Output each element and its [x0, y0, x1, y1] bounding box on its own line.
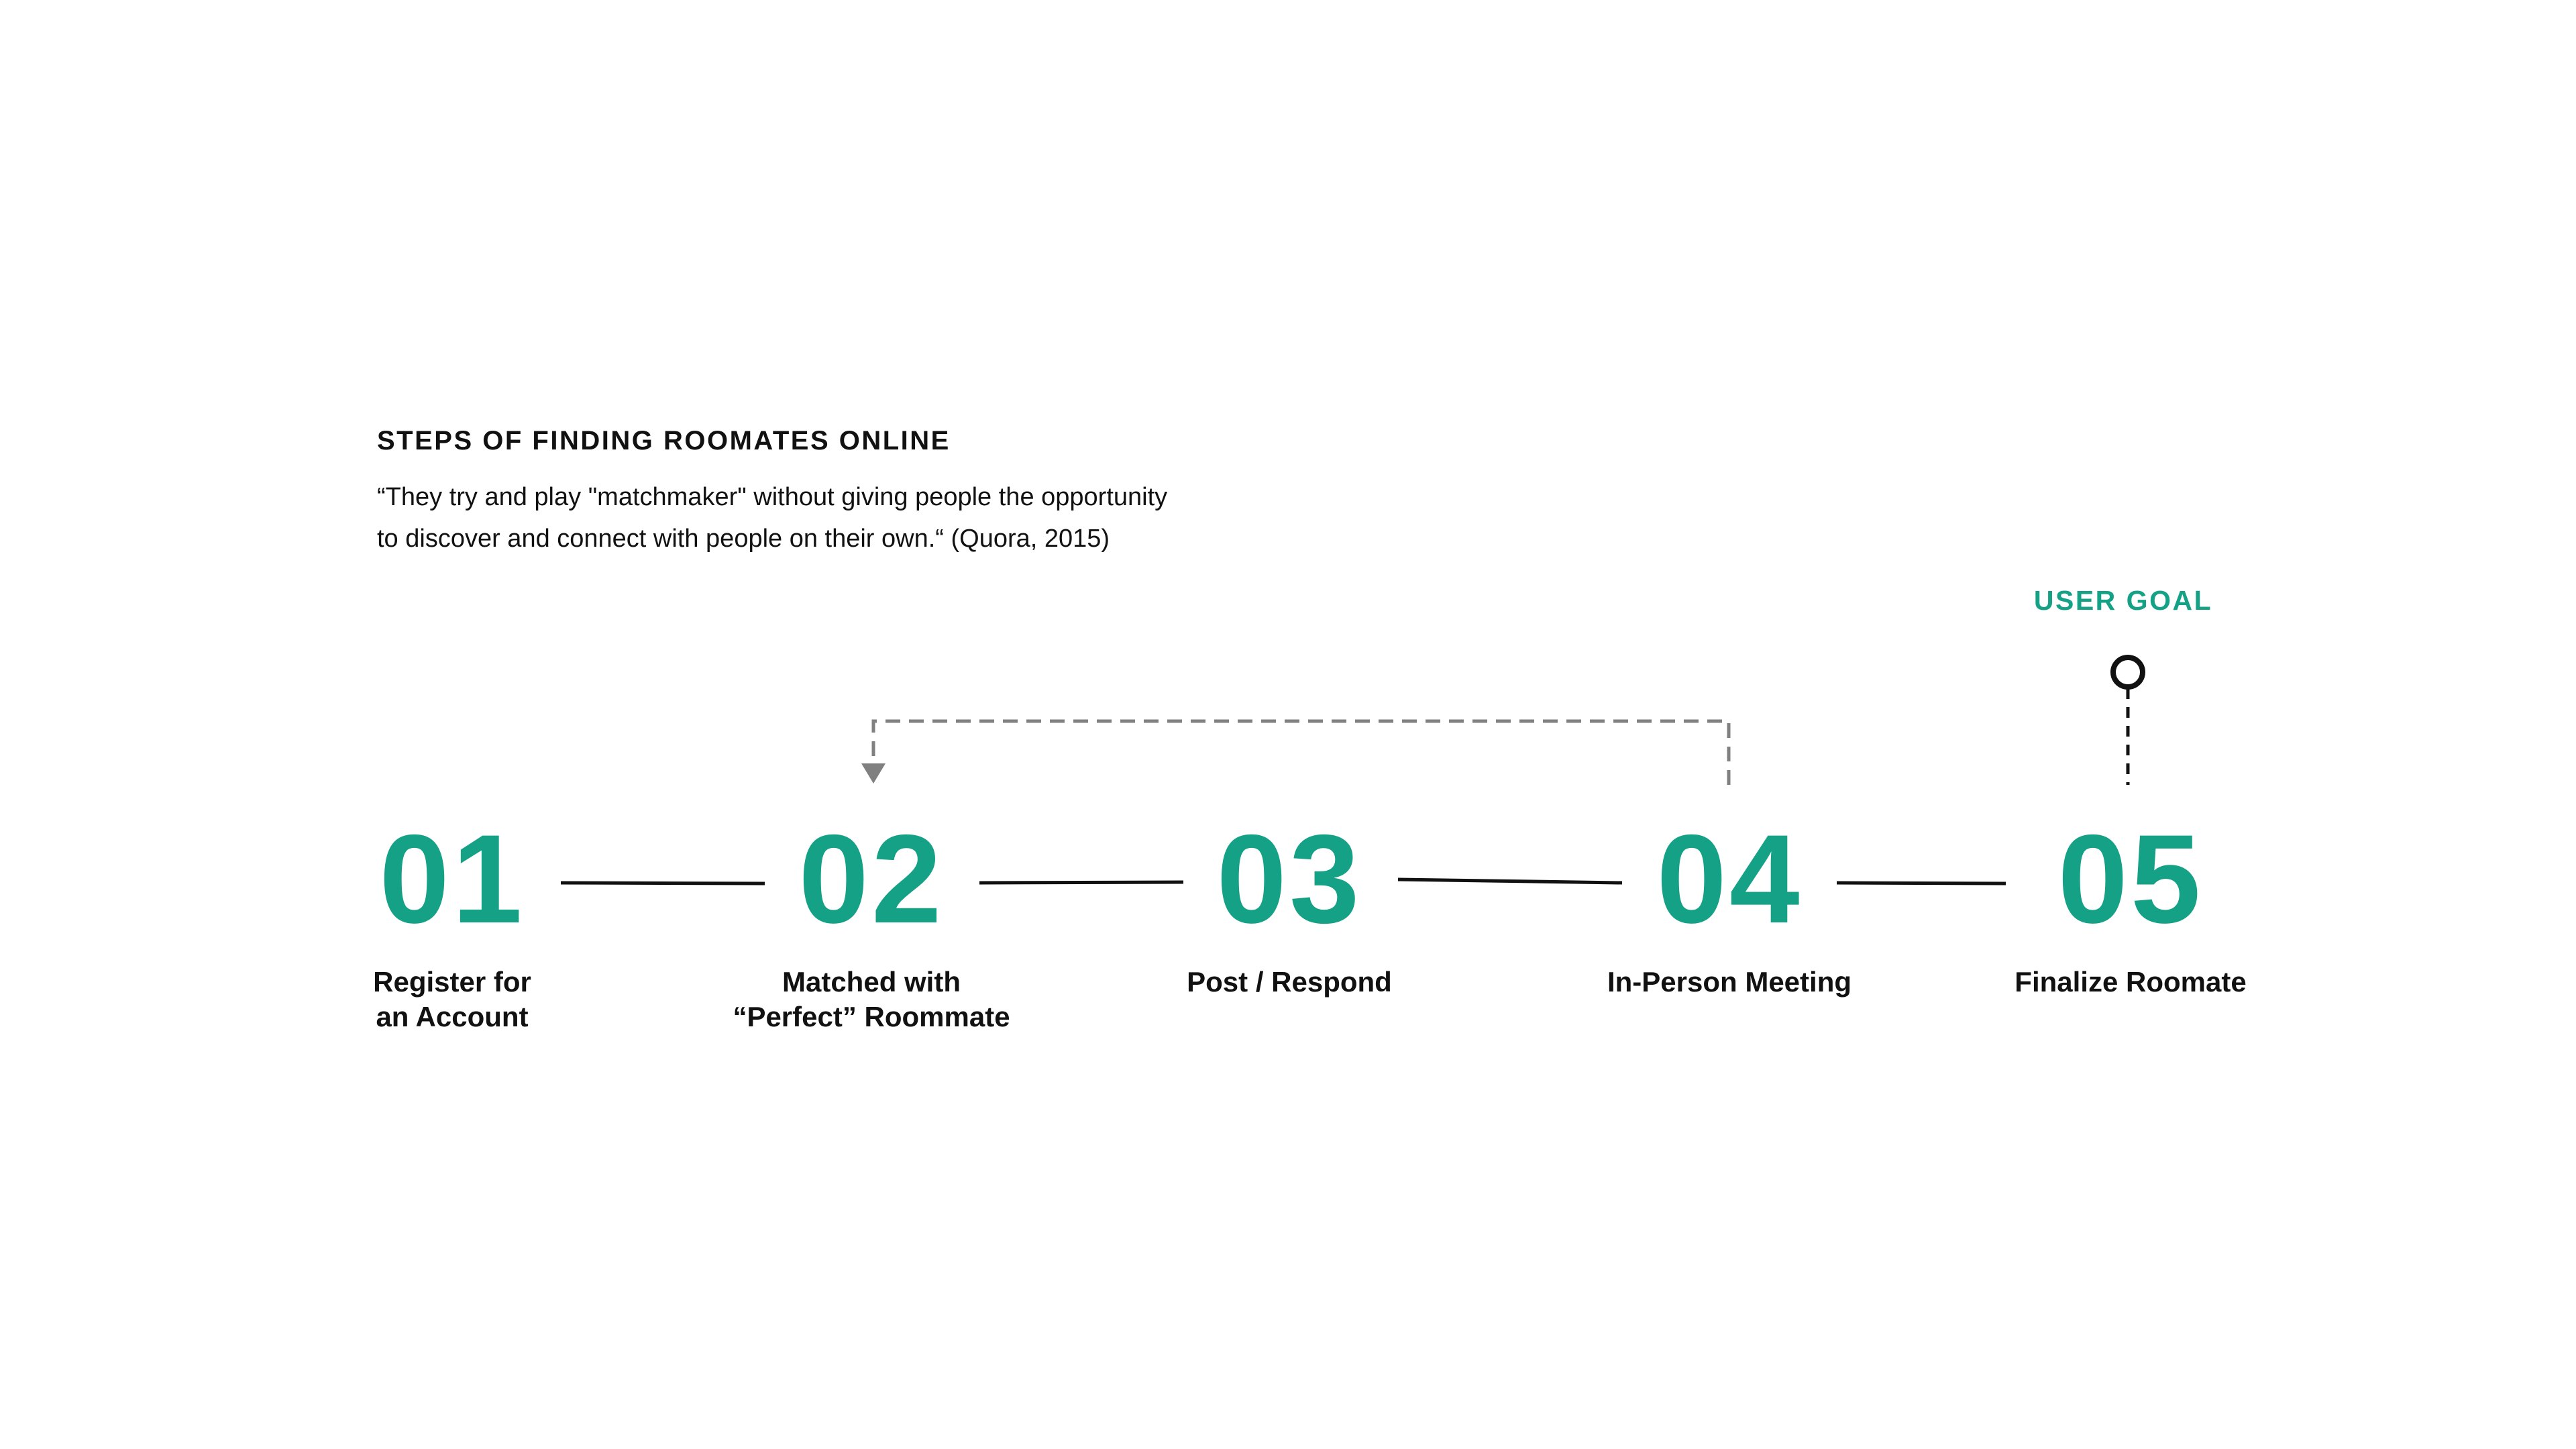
flow-connectors	[560, 655, 2145, 885]
step-number: 04	[1656, 808, 1803, 949]
step-label: In-Person Meeting	[1495, 965, 1964, 1000]
step-03: 03 Post / Respond	[1055, 812, 1524, 1000]
step-label-line: In-Person Meeting	[1607, 966, 1852, 998]
step-01: 01 Register for an Account	[217, 812, 687, 1034]
step-05: 05 Finalize Roomate	[1896, 812, 2365, 1000]
step-label: Matched with “Perfect” Roommate	[637, 965, 1106, 1034]
step-label-line: Register for	[373, 966, 531, 998]
step-label-line: Post / Respond	[1187, 966, 1392, 998]
step-04: 04 In-Person Meeting	[1495, 812, 1964, 1000]
step-label-line: Matched with	[782, 966, 961, 998]
step-number: 05	[2057, 808, 2204, 949]
loop-back-arrow	[871, 719, 1731, 785]
loop-arrowhead-icon	[861, 763, 885, 784]
step-label: Post / Respond	[1055, 965, 1524, 1000]
step-number: 02	[798, 808, 945, 949]
step-label: Register for an Account	[217, 965, 687, 1034]
step-label-line: “Perfect” Roommate	[733, 1001, 1010, 1032]
step-label-line: an Account	[376, 1001, 529, 1032]
step-number: 01	[379, 808, 525, 949]
step-number: 03	[1216, 808, 1362, 949]
goal-pin-icon	[2110, 655, 2145, 690]
step-label: Finalize Roomate	[1896, 965, 2365, 1000]
step-02: 02 Matched with “Perfect” Roommate	[637, 812, 1106, 1034]
step-label-line: Finalize Roomate	[2015, 966, 2247, 998]
